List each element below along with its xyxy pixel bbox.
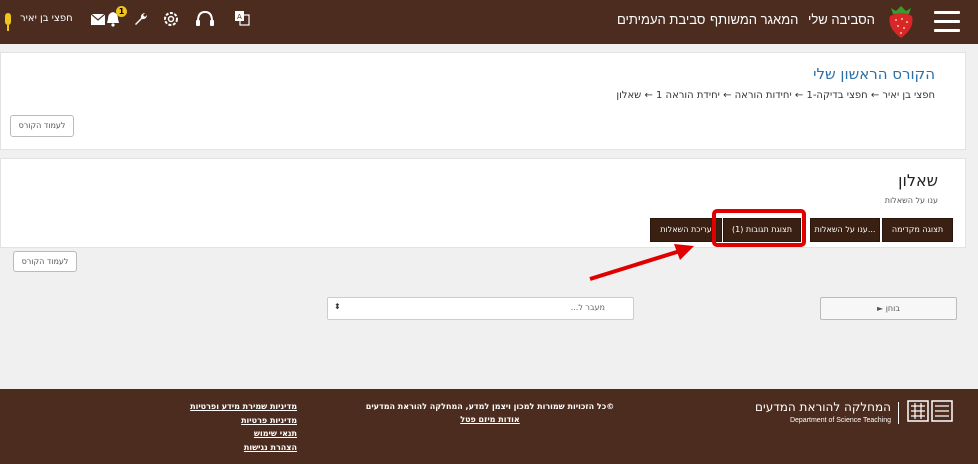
- dept-separator: [898, 402, 899, 424]
- about-link[interactable]: אודות מיזם פטל: [340, 413, 640, 426]
- next-activity-button[interactable]: ► בוחן: [820, 297, 957, 320]
- top-navbar: הסביבה שלי המאגר המשותף סביבת העמיתים חפ…: [0, 0, 978, 44]
- nav-my-home[interactable]: הסביבה שלי: [808, 12, 875, 27]
- nav-peer-space[interactable]: סביבת העמיתים: [617, 12, 705, 27]
- select-updown-icon: ⬍: [334, 302, 341, 311]
- user-avatar-icon[interactable]: [4, 12, 12, 32]
- preview-button[interactable]: תצוגה מקדימה: [882, 218, 953, 242]
- hamburger-icon[interactable]: [934, 11, 960, 33]
- gear-icon[interactable]: [162, 10, 180, 28]
- envelope-icon[interactable]: [91, 14, 105, 25]
- breadcrumb[interactable]: חפצי בן יאיר ← חפצי בדיקה-1 ← יחידות הור…: [616, 90, 935, 101]
- course-title[interactable]: הקורס הראשון שלי: [813, 65, 935, 83]
- copyright: ©כל הזכויות שמורות למכון ויצמן למדע, המח…: [340, 400, 640, 426]
- translate-icon[interactable]: A: [234, 10, 250, 26]
- jump-to-select[interactable]: מעבר ל... ⬍: [327, 297, 634, 320]
- notification-badge: 1: [116, 6, 127, 17]
- footer-links: מדיניות שמירת מידע ופרטיות מדיניות פרטיו…: [180, 400, 297, 454]
- svg-text:A: A: [237, 13, 242, 21]
- course-header-card: הקורס הראשון שלי חפצי בן יאיר ← חפצי בדי…: [0, 52, 966, 150]
- quiz-title: שאלון: [898, 171, 938, 190]
- copyright-text: ©כל הזכויות שמורות למכון ויצמן למדע, המח…: [365, 402, 615, 411]
- user-name[interactable]: חפצי בן יאיר: [20, 13, 73, 24]
- accessibility-link[interactable]: הצהרת נגישות: [180, 441, 297, 455]
- weizmann-logo-icon: [907, 400, 953, 422]
- headset-icon[interactable]: [195, 10, 215, 28]
- course-page-button-2[interactable]: לעמוד הקורס: [13, 251, 77, 272]
- dept-name-he: המחלקה להוראת המדעים: [755, 400, 891, 414]
- footer: מדיניות שמירת מידע ופרטיות מדיניות פרטיו…: [0, 389, 978, 464]
- terms-link[interactable]: תנאי שימוש: [180, 427, 297, 441]
- privacy-retention-link[interactable]: מדיניות שמירת מידע ופרטיות: [180, 400, 297, 414]
- privacy-policy-link[interactable]: מדיניות פרטיות: [180, 414, 297, 428]
- strawberry-logo[interactable]: [886, 4, 916, 40]
- answer-questions-button[interactable]: ענו על השאלות...: [810, 218, 880, 242]
- jump-to-placeholder: מעבר ל...: [570, 303, 605, 312]
- course-page-button[interactable]: לעמוד הקורס: [10, 115, 74, 137]
- dept-name-en: Department of Science Teaching: [789, 417, 891, 424]
- quiz-subtitle: ענו על השאלות: [884, 196, 938, 205]
- highlight-frame: [712, 209, 806, 247]
- department-logo-block[interactable]: המחלקה להוראת המדעים Department of Scien…: [755, 400, 953, 426]
- nav-shared-repo[interactable]: המאגר המשותף: [710, 12, 798, 27]
- wrench-icon[interactable]: [134, 12, 148, 26]
- annotation-arrow: [589, 244, 694, 281]
